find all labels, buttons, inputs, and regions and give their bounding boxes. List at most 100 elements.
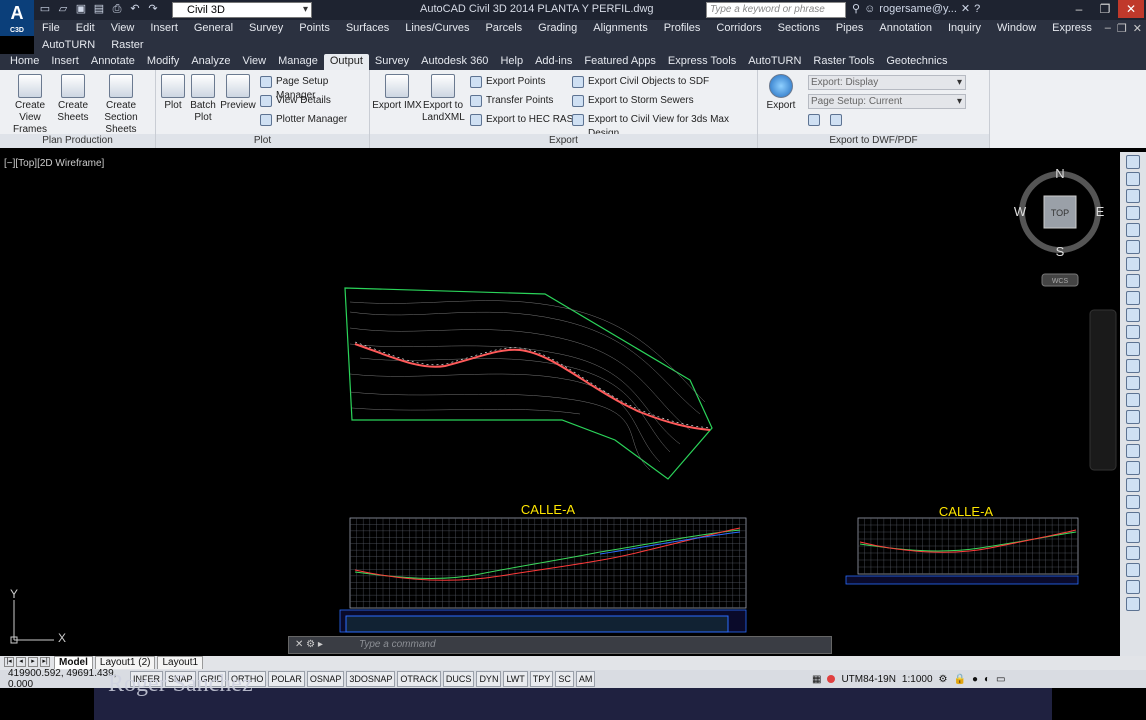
tool-icon[interactable]: [1126, 563, 1140, 577]
command-input[interactable]: Type a command: [359, 639, 436, 650]
export-points-button[interactable]: Export Points: [470, 75, 545, 89]
tool-icon[interactable]: [1126, 257, 1140, 271]
menu-window[interactable]: Window: [997, 20, 1044, 37]
help-icon[interactable]: ?: [974, 3, 980, 15]
menu-grading[interactable]: Grading: [538, 20, 585, 37]
user-icon[interactable]: ☺: [864, 3, 875, 15]
first-layout-icon[interactable]: |◂: [4, 657, 14, 667]
tool-icon[interactable]: [1126, 546, 1140, 560]
user-name[interactable]: rogersame@y...: [879, 3, 957, 15]
menu-inquiry[interactable]: Inquiry: [948, 20, 989, 37]
menu-insert[interactable]: Insert: [150, 20, 186, 37]
tool-icon[interactable]: [1126, 478, 1140, 492]
tool-icon[interactable]: [1126, 410, 1140, 424]
tab-manage[interactable]: Manage: [272, 54, 324, 70]
tool-icon[interactable]: [1126, 597, 1140, 611]
tab-view[interactable]: View: [236, 54, 272, 70]
create-view-frames-button[interactable]: Create View Frames: [4, 74, 56, 136]
profile-view-1[interactable]: CALLE-A: [339, 502, 747, 633]
command-line[interactable]: ✕ ⚙ ▸ Type a command: [288, 636, 832, 654]
redo-icon[interactable]: ↷: [146, 2, 160, 16]
menu-survey[interactable]: Survey: [249, 20, 291, 37]
tab-geotechnics[interactable]: Geotechnics: [880, 54, 953, 70]
tab-autoturn[interactable]: AutoTURN: [742, 54, 807, 70]
create-section-sheets-button[interactable]: Create Section Sheets: [90, 74, 152, 136]
application-menu-button[interactable]: A C3D: [0, 0, 34, 36]
tab-modify[interactable]: Modify: [141, 54, 185, 70]
tool-icon[interactable]: [1126, 342, 1140, 356]
export-imx-button[interactable]: Export IMX: [372, 74, 422, 112]
next-layout-icon[interactable]: ▸: [28, 657, 38, 667]
plotter-manager-button[interactable]: Plotter Manager: [260, 113, 347, 127]
tab-insert[interactable]: Insert: [45, 54, 85, 70]
preview-button[interactable]: Preview: [220, 74, 256, 112]
tab-express-tools[interactable]: Express Tools: [662, 54, 742, 70]
export-display-select[interactable]: Export: Display: [808, 75, 966, 90]
menu-corridors[interactable]: Corridors: [716, 20, 769, 37]
transfer-points-button[interactable]: Transfer Points: [470, 94, 553, 108]
menu-view[interactable]: View: [111, 20, 143, 37]
menu-pipes[interactable]: Pipes: [836, 20, 872, 37]
tool-icon[interactable]: [1126, 291, 1140, 305]
compass-s[interactable]: S: [1056, 244, 1065, 259]
tool-icon[interactable]: [1126, 206, 1140, 220]
status-toggle-dyn[interactable]: DYN: [476, 671, 502, 687]
menu-autoturn[interactable]: AutoTURN: [42, 37, 103, 54]
menu-points[interactable]: Points: [299, 20, 338, 37]
binoculars-icon[interactable]: ⚲: [852, 2, 860, 15]
tab-autodesk-360[interactable]: Autodesk 360: [415, 54, 494, 70]
close-icon[interactable]: ✕: [1118, 0, 1144, 18]
menu-profiles[interactable]: Profiles: [664, 20, 709, 37]
exchange-icon[interactable]: ✕: [961, 2, 970, 15]
compass-n[interactable]: N: [1055, 166, 1064, 181]
tab-analyze[interactable]: Analyze: [185, 54, 236, 70]
menu-parcels[interactable]: Parcels: [485, 20, 530, 37]
menu-alignments[interactable]: Alignments: [593, 20, 655, 37]
status-toggle-otrack[interactable]: OTRACK: [397, 671, 441, 687]
export-hec-ras-button[interactable]: Export to HEC RAS: [470, 113, 573, 127]
compass-e[interactable]: E: [1096, 204, 1105, 219]
restore-icon[interactable]: ❐: [1092, 0, 1118, 18]
tool-icon[interactable]: [1126, 172, 1140, 186]
viewcube[interactable]: TOP N S E W WCS: [1014, 166, 1105, 287]
tool-icon[interactable]: [1126, 444, 1140, 458]
tool-icon[interactable]: [1126, 376, 1140, 390]
doc-close-icon[interactable]: ✕: [1133, 22, 1142, 35]
search-input[interactable]: Type a keyword or phrase: [706, 2, 846, 18]
tool-icon[interactable]: [1126, 529, 1140, 543]
new-icon[interactable]: ▭: [38, 2, 52, 16]
compass-w[interactable]: W: [1014, 204, 1027, 219]
menu-general[interactable]: General: [194, 20, 241, 37]
create-sheets-button[interactable]: Create Sheets: [56, 74, 90, 124]
tool-icon[interactable]: [1126, 512, 1140, 526]
lock-icon[interactable]: 🔒: [953, 674, 965, 685]
tab-help[interactable]: Help: [494, 54, 529, 70]
annotation-scale[interactable]: 1:1000: [902, 674, 933, 685]
workspace-switch-icon[interactable]: ⚙: [939, 674, 948, 685]
menu-file[interactable]: File: [42, 20, 68, 37]
tool-icon[interactable]: [1126, 393, 1140, 407]
tab-annotate[interactable]: Annotate: [85, 54, 141, 70]
tool-icon[interactable]: [1126, 427, 1140, 441]
drawing-viewport[interactable]: [−][Top][2D Wireframe] TOP N S E W WCS C…: [0, 152, 1120, 656]
coordinate-system[interactable]: UTM84-19N: [841, 674, 895, 685]
prev-layout-icon[interactable]: ◂: [16, 657, 26, 667]
menu-sections[interactable]: Sections: [778, 20, 828, 37]
drawing-canvas[interactable]: TOP N S E W WCS CALLE-A CALLE-A Y X: [0, 152, 1120, 656]
profile-view-2[interactable]: CALLE-A: [845, 504, 1079, 585]
print-icon[interactable]: ⎙: [110, 2, 124, 16]
save-icon[interactable]: ▣: [74, 2, 88, 16]
menu-annotation[interactable]: Annotation: [879, 20, 940, 37]
export-landxml-button[interactable]: Export to LandXML: [422, 74, 465, 124]
status-toggle-3dosnap[interactable]: 3DOSNAP: [346, 671, 396, 687]
menu-raster[interactable]: Raster: [111, 37, 151, 54]
status-toggle-polar[interactable]: POLAR: [268, 671, 305, 687]
tab-add-ins[interactable]: Add-ins: [529, 54, 578, 70]
tool-icon[interactable]: [1126, 240, 1140, 254]
tab-output[interactable]: Output: [323, 54, 369, 70]
export-dwf-button[interactable]: Export: [764, 74, 798, 112]
tab-survey[interactable]: Survey: [369, 54, 415, 70]
status-toggle-sc[interactable]: SC: [555, 671, 574, 687]
page-setup-select[interactable]: Page Setup: Current: [808, 94, 966, 109]
tool-icon[interactable]: [1126, 308, 1140, 322]
